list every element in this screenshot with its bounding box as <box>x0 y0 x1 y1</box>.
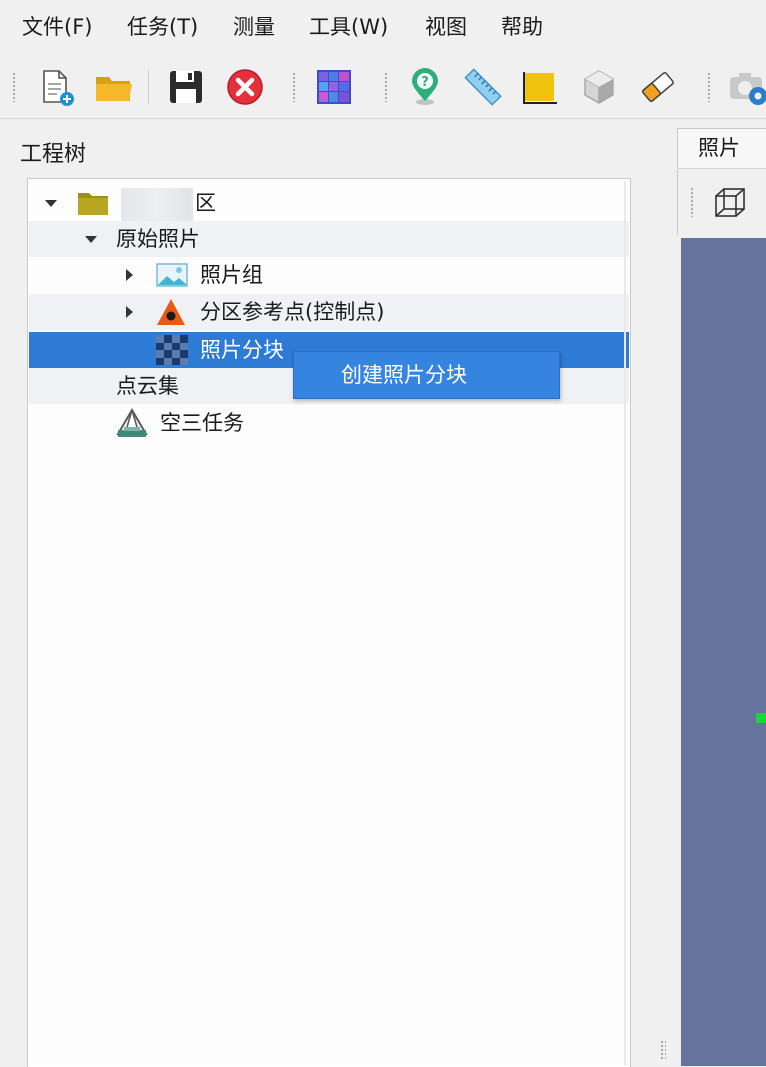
help-location-icon: ? <box>404 66 446 108</box>
expand-arrow-icon[interactable] <box>85 236 97 243</box>
toolbar-grip[interactable] <box>12 72 16 102</box>
clear-measure-button[interactable] <box>637 66 679 108</box>
help-location-button[interactable]: ? <box>404 66 446 108</box>
context-menu: 创建照片分块 <box>293 351 560 399</box>
menu-task[interactable]: 任务(T) <box>127 13 198 41</box>
menu-bar: 文件(F) 任务(T) 测量 工具(W) 视图 帮助 <box>0 0 766 56</box>
toolbar-grip[interactable] <box>292 72 296 102</box>
tree-item-root[interactable]: 区 <box>29 185 629 224</box>
panel-splitter-handle[interactable] <box>660 1040 666 1060</box>
image-icon <box>156 263 188 287</box>
save-icon <box>165 66 207 108</box>
folder-icon <box>77 190 109 216</box>
tab-photos-label: 照片 <box>698 136 740 160</box>
eraser-icon <box>637 66 679 108</box>
wireframe-cube-icon <box>711 188 751 227</box>
tree-item-photo-group[interactable]: 照片组 <box>29 257 629 293</box>
close-project-icon <box>224 66 266 108</box>
new-project-icon <box>36 66 78 108</box>
mosaic-button[interactable] <box>313 66 355 108</box>
photo-view-toolbar <box>677 168 766 235</box>
context-menu-item-create-blocks[interactable]: 创建照片分块 <box>341 361 467 389</box>
menu-measure[interactable]: 测量 <box>233 13 275 41</box>
toolbar-grip[interactable] <box>690 187 694 217</box>
area-measure-button[interactable] <box>519 66 561 108</box>
redacted-project-name <box>121 188 193 224</box>
expand-arrow-icon[interactable] <box>45 200 57 207</box>
camera-settings-icon <box>728 66 766 108</box>
toolbar-grip[interactable] <box>707 72 711 102</box>
menu-view[interactable]: 视图 <box>425 13 467 41</box>
3d-view-button[interactable] <box>711 183 751 223</box>
photo-blocks-icon <box>156 335 188 365</box>
menu-file[interactable]: 文件(F) <box>22 13 92 41</box>
toolbar-separator <box>148 70 149 104</box>
tree-item-label: 原始照片 <box>116 227 200 251</box>
new-project-button[interactable] <box>36 66 78 108</box>
tree-item-label: 照片组 <box>200 263 263 287</box>
menu-tools[interactable]: 工具(W) <box>309 13 388 41</box>
volume-measure-button[interactable] <box>578 66 620 108</box>
collapse-arrow-icon[interactable] <box>126 306 133 318</box>
project-tree[interactable]: 区 原始照片 照片组 分区参考点(控制点) 照片分块 点云集 空三任务 <box>27 178 631 1067</box>
tree-item-label: 空三任务 <box>160 411 244 435</box>
area-measure-icon <box>519 66 561 108</box>
ruler-icon <box>462 66 504 108</box>
tree-item-label: 点云集 <box>116 374 179 398</box>
save-button[interactable] <box>165 66 207 108</box>
tree-item-label: 分区参考点(控制点) <box>200 300 385 324</box>
project-tree-title: 工程树 <box>20 142 87 167</box>
collapse-arrow-icon[interactable] <box>126 269 133 281</box>
photo-position-marker[interactable] <box>756 713 766 723</box>
tab-photos[interactable]: 照片 <box>677 128 766 169</box>
volume-cube-icon <box>578 66 620 108</box>
tree-item-label: 照片分块 <box>200 338 284 362</box>
toolbar-grip[interactable] <box>384 72 388 102</box>
tree-item-partition-refpoints[interactable]: 分区参考点(控制点) <box>29 294 629 330</box>
svg-text:?: ? <box>421 75 429 90</box>
open-project-button[interactable] <box>93 66 135 108</box>
control-point-icon <box>156 298 186 326</box>
camera-settings-button[interactable] <box>728 66 766 108</box>
distance-measure-button[interactable] <box>462 66 504 108</box>
main-toolbar: ? <box>0 56 766 119</box>
tree-item-aerial-triangulation[interactable]: 空三任务 <box>29 405 629 441</box>
open-folder-icon <box>93 66 135 108</box>
mosaic-grid-icon <box>313 66 355 108</box>
tree-item-original-photos[interactable]: 原始照片 <box>29 221 629 257</box>
aerial-triangulation-icon <box>116 408 148 438</box>
tree-item-label: 区 <box>195 191 216 215</box>
close-project-button[interactable] <box>224 66 266 108</box>
photo-viewport[interactable] <box>681 238 766 1066</box>
menu-help[interactable]: 帮助 <box>501 13 543 41</box>
